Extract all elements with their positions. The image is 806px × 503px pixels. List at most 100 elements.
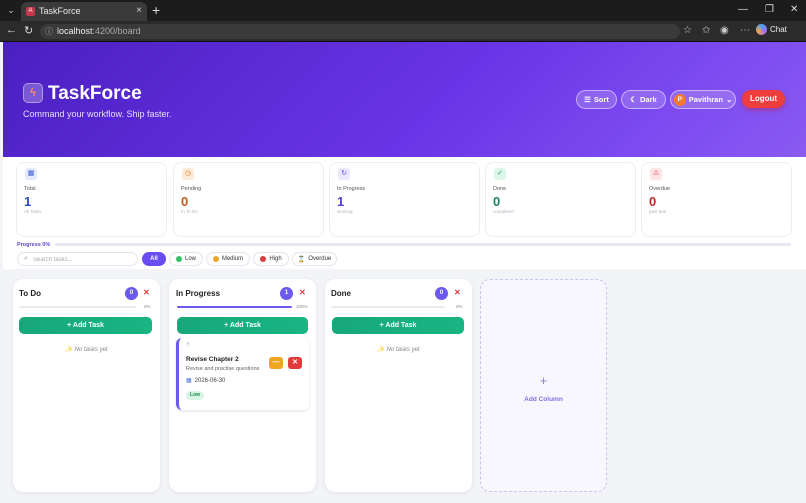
stat-value: 0 (649, 194, 657, 209)
stat-value: 0 (181, 194, 189, 209)
chat-button[interactable]: Chat (756, 24, 787, 35)
site-info-icon[interactable]: ⓘ (45, 26, 53, 37)
column-done: Done 0 ✕ 0% + Add Task ✨ No tasks yet (325, 279, 472, 492)
angular-favicon-icon: A (26, 7, 35, 16)
plus-icon: + (539, 373, 548, 388)
green-dot-icon (175, 256, 182, 262)
column-progress-bar (331, 306, 445, 308)
stat-sub: working (337, 209, 353, 214)
red-dot-icon (260, 256, 267, 262)
tab-close-icon[interactable]: × (136, 5, 142, 16)
add-task-button[interactable]: + Add Task (177, 317, 308, 334)
stat-card-pending: ◷ Pending 0 In To Do (173, 162, 324, 237)
filter-high-label: High (269, 256, 282, 262)
add-column-label: Add Column (524, 396, 563, 403)
lightning-icon: ϟ (23, 83, 43, 103)
avatar: P (673, 93, 686, 106)
minimize-icon[interactable]: — (738, 4, 748, 15)
check-icon: ✓ (494, 168, 506, 180)
chat-logo-icon (756, 24, 767, 35)
browser-tab[interactable]: A TaskForce × (21, 2, 147, 21)
column-count-badge: 1 (280, 287, 293, 300)
search-input[interactable] (33, 254, 133, 265)
stat-card-total: ▦ Total 1 All Tasks (16, 162, 167, 237)
browser-tabbar: ⌄ A TaskForce × + — ❐ ✕ (0, 0, 806, 21)
app-subtitle: Command your workflow. Ship faster. (23, 109, 172, 119)
theme-toggle-button[interactable]: ☾ Dark (621, 90, 666, 109)
stat-label: Pending (181, 186, 202, 192)
add-task-button[interactable]: + Add Task (19, 317, 152, 334)
task-due-date: ▦ 2026-06-30 (186, 377, 225, 385)
search-icon: ⌕ (24, 255, 28, 262)
progress-bar (55, 243, 791, 246)
sort-button[interactable]: ☰ Sort (576, 90, 617, 109)
filter-all[interactable]: All (142, 252, 166, 266)
filter-overdue[interactable]: ⌛ Overdue (292, 252, 337, 266)
profile-icon[interactable]: ◉ (720, 25, 729, 36)
search-box[interactable]: ⌕ (17, 252, 138, 266)
tab-list-icon[interactable]: ⌄ (4, 3, 18, 18)
moon-icon: ☾ (630, 95, 638, 104)
stat-sub: past due (649, 209, 667, 214)
stat-label: Done (493, 186, 507, 192)
restore-icon[interactable]: ❐ (765, 4, 774, 15)
filter-low[interactable]: Low (169, 252, 203, 266)
filter-overdue-label: Overdue (308, 256, 332, 262)
clock-icon: ◷ (182, 168, 194, 180)
more-menu-icon[interactable]: ⋯ (740, 25, 750, 36)
delete-task-button[interactable]: ✕ (288, 357, 302, 369)
close-window-icon[interactable]: ✕ (790, 4, 798, 15)
filter-high[interactable]: High (253, 252, 289, 266)
filter-low-label: Low (184, 256, 196, 262)
column-percent: 0% (144, 304, 151, 309)
drag-handle-icon[interactable]: ⠿ (186, 342, 190, 348)
delete-column-icon[interactable]: ✕ (143, 288, 150, 297)
user-menu-button[interactable]: P Pavithran ⌄ (670, 90, 736, 109)
filter-medium-label: Medium (221, 256, 244, 262)
chevron-down-icon: ⌄ (725, 95, 733, 104)
stat-label: Total (24, 186, 36, 192)
address-bar[interactable]: ⓘ localhost:4200/board (40, 24, 680, 39)
stat-sub: In To Do (181, 209, 198, 214)
stat-card-done: ✓ Done 0 completed (485, 162, 636, 237)
progress-label: Progress 0% (17, 242, 51, 248)
filter-medium[interactable]: Medium (206, 252, 250, 266)
url-text: localhost:4200/board (57, 26, 141, 36)
sort-label: Sort (593, 95, 609, 104)
theme-label: Dark (640, 95, 657, 104)
column-percent: 0% (456, 304, 463, 309)
priority-badge: Low (186, 391, 204, 400)
column-progress-bar (19, 306, 136, 308)
column-progress-bar (177, 306, 292, 308)
reload-icon[interactable]: ↻ (24, 24, 33, 37)
favorites-icon[interactable]: ✩ (702, 25, 710, 36)
delete-column-icon[interactable]: ✕ (454, 288, 461, 297)
logout-button[interactable]: Logout (742, 90, 785, 108)
stat-label: In Progress (337, 186, 366, 192)
edit-task-button[interactable]: — (269, 357, 283, 369)
add-column-button[interactable]: + Add Column (480, 279, 607, 492)
stat-card-overdue: ⚠ Overdue 0 past due (641, 162, 792, 237)
add-task-button[interactable]: + Add Task (332, 317, 464, 334)
stat-card-in-progress: ↻ In Progress 1 working (329, 162, 480, 237)
user-name: Pavithran (688, 95, 723, 104)
empty-state: ✨ No tasks yet (377, 347, 420, 353)
stat-sub: completed (493, 209, 514, 214)
calendar-icon: ▦ (186, 378, 192, 384)
app-header: ϟ TaskForce Command your workflow. Ship … (3, 42, 806, 157)
delete-column-icon[interactable]: ✕ (299, 288, 306, 297)
hourglass-icon: ⌛ (297, 256, 306, 263)
bookmark-star-icon[interactable]: ☆ (683, 25, 692, 36)
back-icon[interactable]: ← (6, 24, 17, 36)
column-count-badge: 0 (435, 287, 448, 300)
task-title: Revise Chapter 2 (186, 356, 239, 363)
app-title: TaskForce (48, 83, 142, 104)
column-title: Done (331, 289, 351, 298)
task-card[interactable]: ⠿ Revise Chapter 2 Revise and practise q… (176, 338, 309, 410)
column-count-badge: 0 (125, 287, 138, 300)
empty-state: ✨ No tasks yet (65, 347, 108, 353)
column-todo: To Do 0 ✕ 0% + Add Task ✨ No tasks yet (13, 279, 160, 492)
new-tab-icon[interactable]: + (152, 2, 160, 18)
browser-toolbar: ← ↻ ⓘ localhost:4200/board ☆ ✩ ◉ ⋯ Chat (0, 21, 806, 42)
grid-icon: ▦ (25, 168, 37, 180)
